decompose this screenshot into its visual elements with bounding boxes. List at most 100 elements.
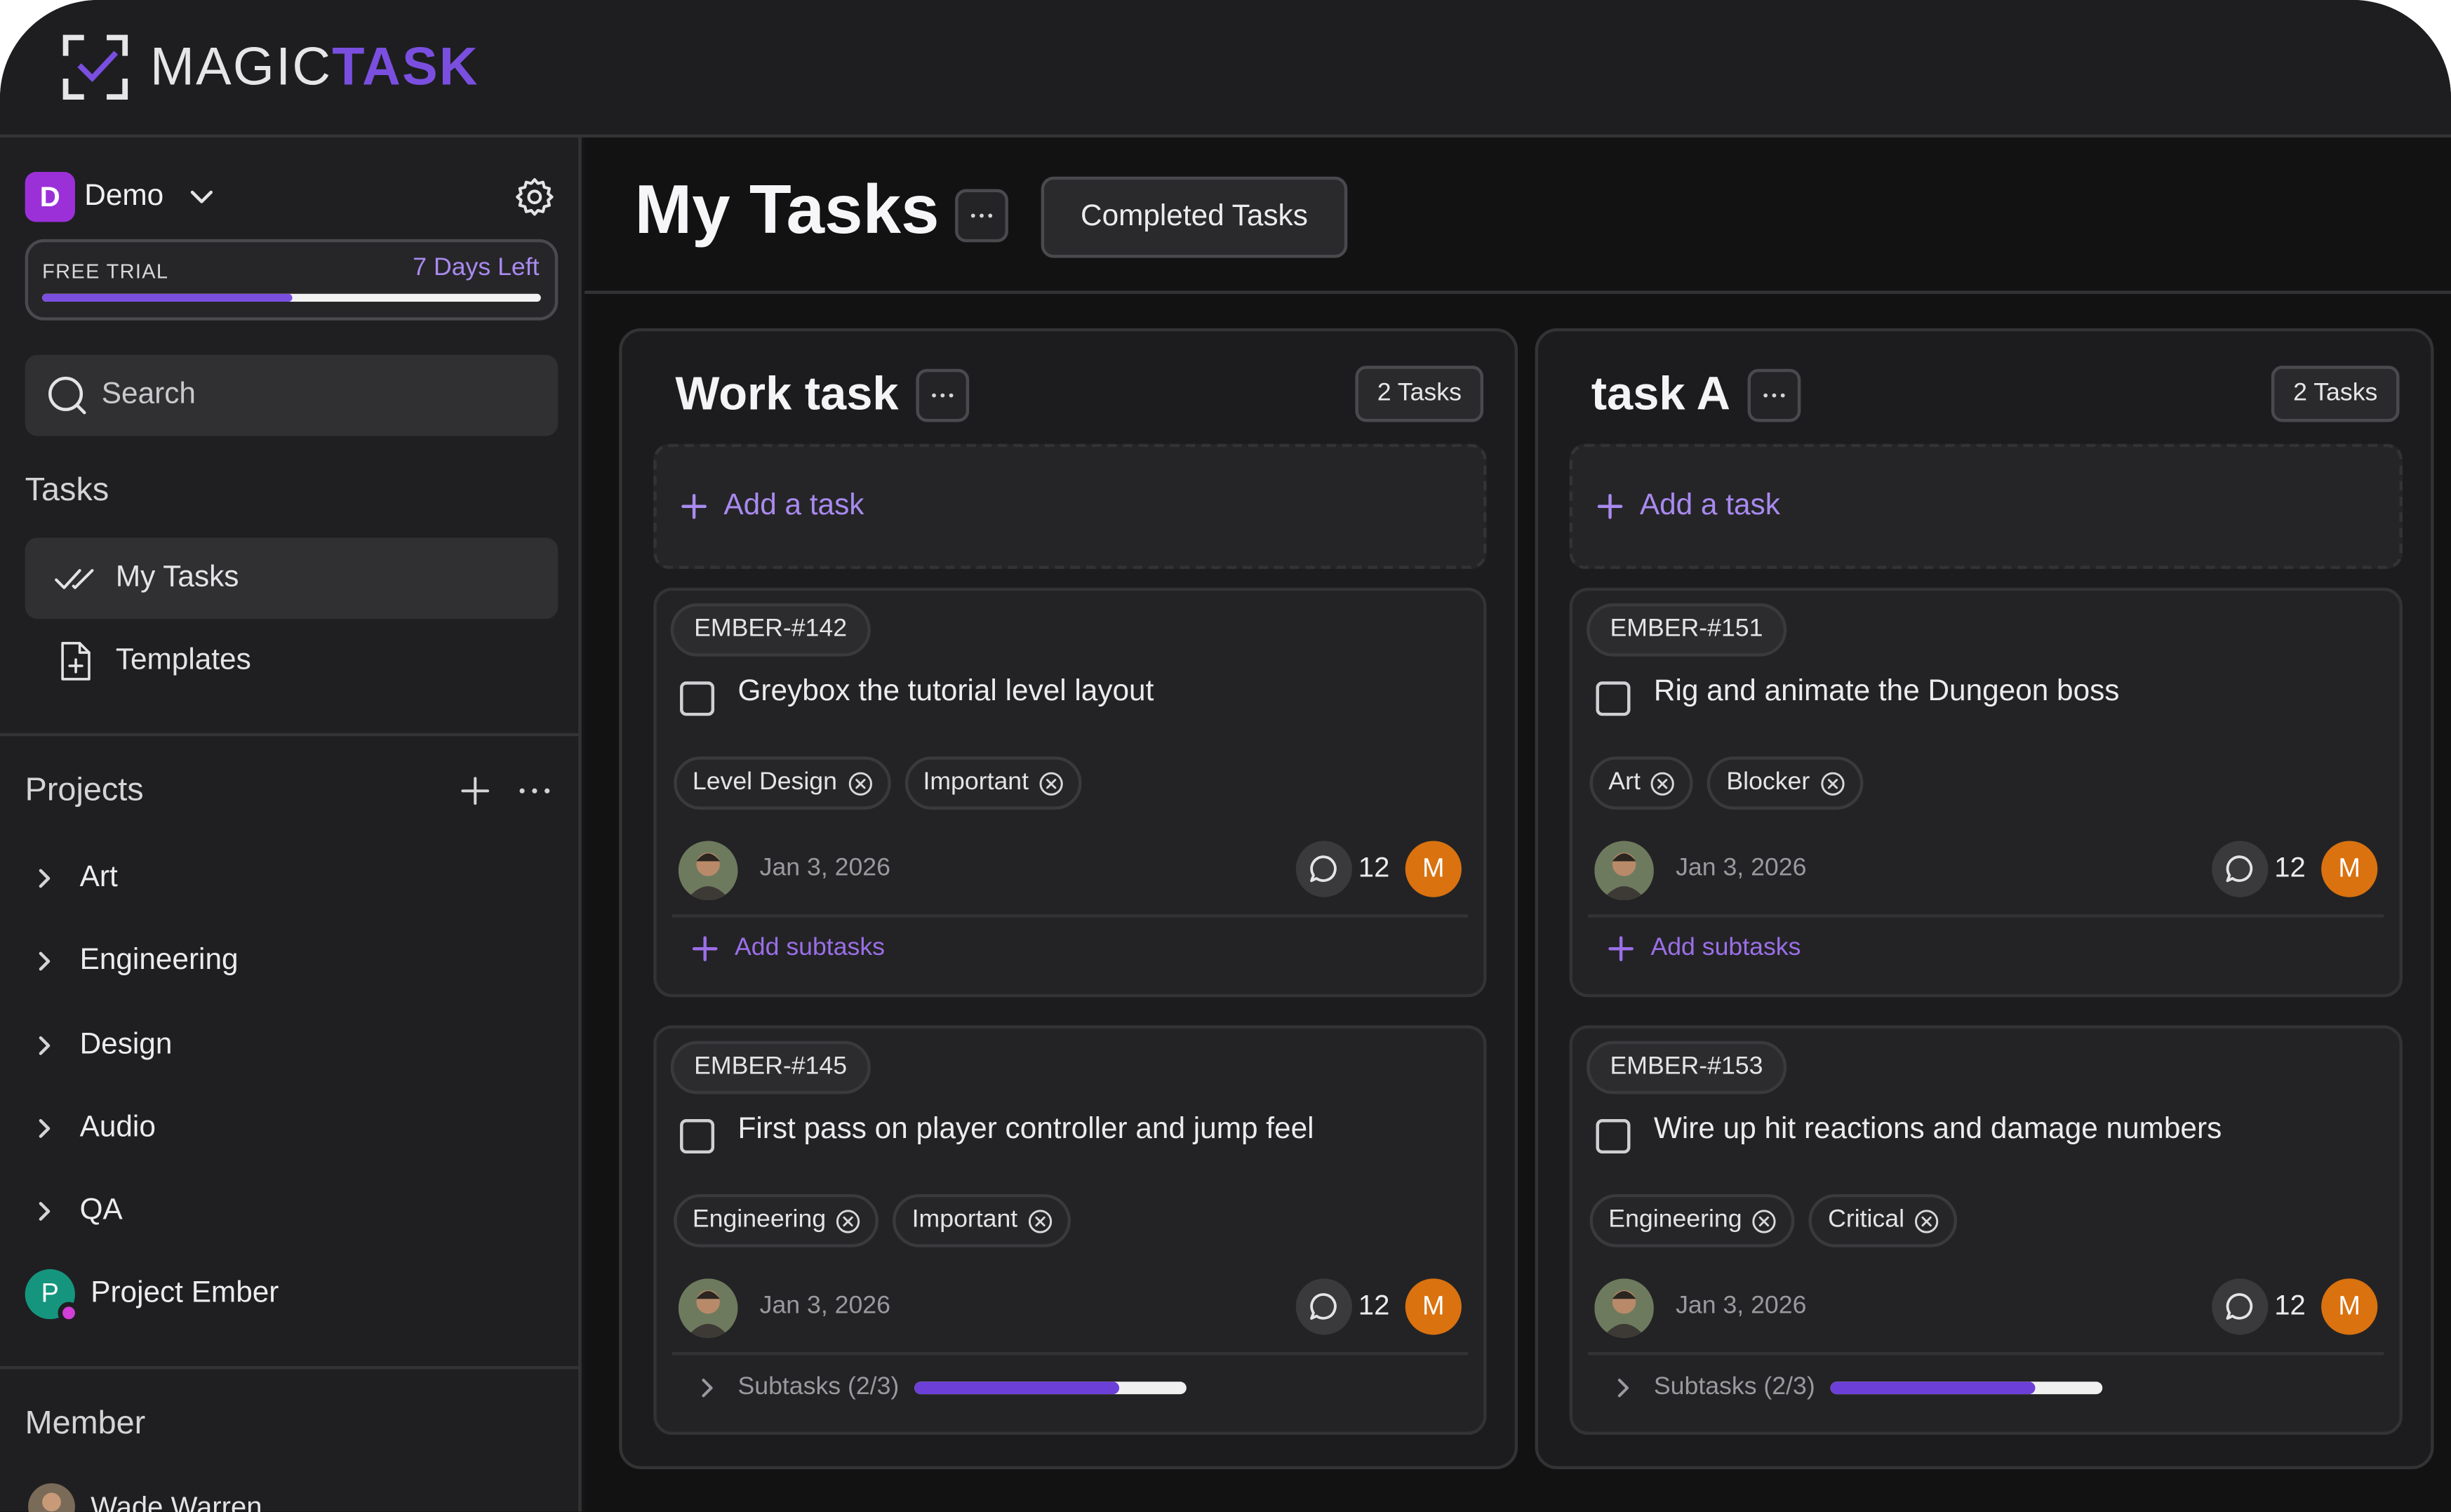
comments-button[interactable]: [1295, 1278, 1352, 1335]
trial-progress-bar: [42, 293, 541, 302]
owner-avatar[interactable]: M: [1405, 1278, 1462, 1335]
card-divider: [672, 914, 1468, 918]
project-label: Audio: [79, 1111, 156, 1144]
plus-icon: [1608, 936, 1634, 962]
more-horizontal-icon: [970, 213, 993, 218]
top-bar: MAGICTASK: [0, 0, 2451, 138]
subtasks-progress-bar: [914, 1381, 1187, 1395]
remove-tag-icon[interactable]: [1027, 1207, 1054, 1234]
remove-tag-icon[interactable]: [1650, 770, 1676, 796]
comments-button[interactable]: [1295, 841, 1352, 897]
tag-label: Critical: [1828, 1206, 1904, 1233]
logo[interactable]: MAGICTASK: [62, 34, 479, 100]
avatar[interactable]: [678, 1278, 738, 1338]
add-subtasks-button[interactable]: Add subtasks: [691, 935, 885, 963]
remove-tag-icon[interactable]: [1038, 770, 1064, 796]
sidebar-item-templates[interactable]: Templates: [25, 620, 559, 702]
logo-wordmark: MAGICTASK: [150, 34, 479, 100]
page-title: My Tasks: [634, 172, 940, 249]
card-divider: [672, 1351, 1468, 1356]
task-card[interactable]: EMBER-#145 First pass on player controll…: [653, 1025, 1487, 1436]
project-item-design[interactable]: Design: [28, 1017, 172, 1073]
tasks-section-title: Tasks: [25, 471, 109, 509]
file-plus-icon: [61, 641, 91, 681]
subtasks-toggle[interactable]: Subtasks (2/3): [694, 1374, 1187, 1402]
gear-icon[interactable]: [513, 175, 556, 219]
task-checkbox[interactable]: [1596, 681, 1631, 716]
chevron-right-icon: [39, 1202, 51, 1221]
comment-icon: [2226, 1293, 2253, 1320]
comments-button[interactable]: [2212, 841, 2269, 897]
completed-tasks-button[interactable]: Completed Tasks: [1041, 176, 1348, 258]
avatar: [28, 1483, 75, 1512]
task-checkbox[interactable]: [680, 1119, 715, 1154]
add-task-button[interactable]: Add a task: [653, 443, 1487, 569]
sidebar-item-label: Templates: [115, 643, 251, 677]
task-id-badge: EMBER-#151: [1587, 603, 1787, 657]
column-task-count: 2 Tasks: [2271, 366, 2400, 422]
task-card[interactable]: EMBER-#153 Wire up hit reactions and dam…: [1569, 1025, 2403, 1436]
project-avatar-initial: P: [41, 1278, 59, 1309]
logo-magic-text: MAGIC: [149, 37, 333, 98]
remove-tag-icon[interactable]: [846, 770, 873, 796]
chevron-right-icon: [39, 869, 51, 888]
chevron-right-icon: [39, 951, 51, 971]
status-dot: [58, 1302, 80, 1324]
project-item-qa[interactable]: QA: [28, 1183, 123, 1239]
plus-icon[interactable]: [456, 772, 493, 809]
member-name: Wade Warren: [91, 1490, 262, 1512]
task-date: Jan 3, 2026: [759, 855, 890, 882]
page-more-button[interactable]: [955, 189, 1008, 243]
add-task-button[interactable]: Add a task: [1569, 443, 2403, 569]
workspace-switcher[interactable]: D Demo: [25, 172, 556, 222]
remove-tag-icon[interactable]: [1751, 1207, 1778, 1234]
column-more-button[interactable]: [916, 368, 970, 422]
task-card[interactable]: EMBER-#151 Rig and animate the Dungeon b…: [1569, 587, 2403, 998]
project-item-art[interactable]: Art: [28, 850, 118, 906]
remove-tag-icon[interactable]: [1914, 1207, 1940, 1234]
project-label: Project Ember: [91, 1277, 279, 1310]
project-label: Art: [79, 861, 118, 895]
subtasks-toggle[interactable]: Subtasks (2/3): [1610, 1374, 2103, 1402]
member-item[interactable]: Wade Warren: [28, 1483, 262, 1512]
avatar[interactable]: [1594, 841, 1654, 901]
add-task-label: Add a task: [1639, 489, 1780, 523]
project-item-engineering[interactable]: Engineering: [28, 933, 239, 989]
main-content: My Tasks Completed Tasks Work task 2 Tas…: [585, 138, 2451, 1512]
search-input[interactable]: Search: [25, 354, 559, 436]
double-check-icon: [55, 569, 94, 589]
tag-chip: Important: [904, 756, 1082, 810]
trial-progress-fill: [42, 293, 292, 302]
project-label: Engineering: [79, 944, 239, 977]
sidebar-item-my-tasks[interactable]: My Tasks: [25, 537, 559, 620]
tag-chip: Engineering: [1589, 1193, 1796, 1247]
more-horizontal-icon[interactable]: [516, 772, 553, 809]
owner-avatar[interactable]: M: [2321, 1278, 2378, 1335]
avatar[interactable]: [1594, 1278, 1654, 1338]
remove-tag-icon[interactable]: [835, 1207, 862, 1234]
column-more-button[interactable]: [1747, 368, 1801, 422]
comment-count: 12: [2274, 1289, 2306, 1321]
member-section-title: Member: [25, 1405, 146, 1441]
trial-days-left: 7 Days Left: [413, 255, 540, 281]
owner-avatar[interactable]: M: [2321, 841, 2378, 897]
task-date: Jan 3, 2026: [759, 1292, 890, 1320]
tag-label: Level Design: [692, 769, 837, 796]
project-avatar: P: [25, 1269, 80, 1324]
task-card[interactable]: EMBER-#142 Greybox the tutorial level la…: [653, 587, 1487, 998]
logo-mark-icon: [62, 34, 128, 100]
subtasks-progress-fill: [1830, 1381, 2035, 1395]
project-item-project-ember[interactable]: P Project Ember: [25, 1269, 279, 1324]
add-subtasks-button[interactable]: Add subtasks: [1607, 935, 1801, 963]
add-subtasks-label: Add subtasks: [1650, 935, 1801, 962]
comments-button[interactable]: [2212, 1278, 2269, 1335]
tag-label: Engineering: [692, 1206, 827, 1233]
page-header: My Tasks Completed Tasks: [585, 138, 2451, 294]
task-checkbox[interactable]: [680, 681, 715, 716]
task-checkbox[interactable]: [1596, 1119, 1631, 1154]
search-placeholder: Search: [101, 378, 196, 411]
owner-avatar[interactable]: M: [1405, 841, 1462, 897]
project-item-audio[interactable]: Audio: [28, 1100, 156, 1156]
avatar[interactable]: [678, 841, 738, 901]
remove-tag-icon[interactable]: [1819, 770, 1846, 796]
